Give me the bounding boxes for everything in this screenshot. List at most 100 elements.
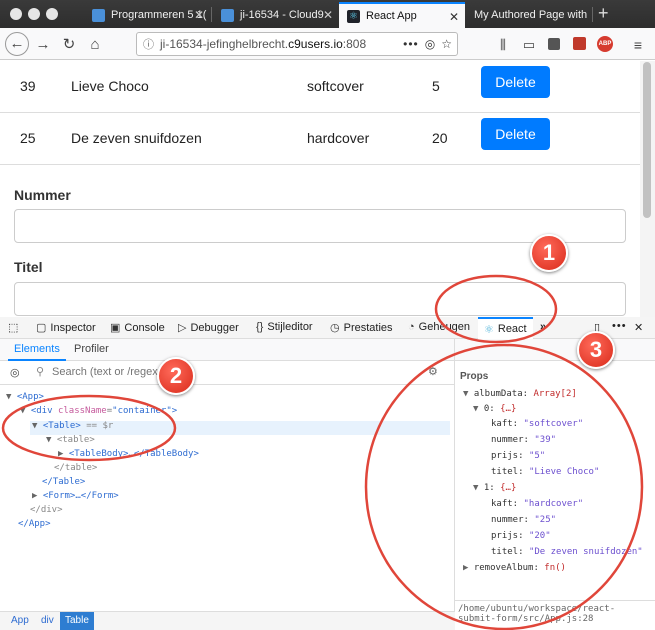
titel-label: Titel bbox=[14, 259, 43, 275]
tab-inspector[interactable]: ▢ Inspector bbox=[36, 321, 96, 335]
annotation-marker-1: 1 bbox=[530, 234, 568, 272]
tree-search-row: ◎ ⚲ ⚙ bbox=[0, 361, 455, 385]
tab-geheugen[interactable]: ◔ Geheugen bbox=[408, 321, 470, 333]
react-favicon-icon: ⚛ bbox=[347, 9, 360, 23]
reload-button[interactable]: ↻ bbox=[58, 34, 80, 56]
browser-tab-programmeren[interactable]: Programmeren 5 1( ✕ bbox=[84, 2, 210, 28]
window-minimize-button[interactable] bbox=[28, 8, 40, 20]
home-button[interactable]: ⌂ bbox=[84, 34, 106, 56]
tree-node-html-table[interactable]: ▼ <table> bbox=[46, 435, 95, 445]
subtab-profiler[interactable]: Profiler bbox=[70, 339, 113, 361]
tab-stijleditor[interactable]: {} Stijleditor bbox=[256, 321, 313, 333]
prop-item-1[interactable]: ▼ 1: {…} bbox=[473, 483, 516, 493]
extension-icon[interactable] bbox=[573, 37, 586, 50]
browser-tab-react-app[interactable]: ⚛ React App ✕ bbox=[339, 2, 465, 28]
target-icon[interactable]: ◎ bbox=[10, 366, 20, 379]
page-scrollbar-thumb[interactable] bbox=[643, 62, 651, 218]
console-icon: ▣ bbox=[110, 322, 121, 334]
tree-node-app-close: </App> bbox=[18, 519, 51, 529]
browser-tab-authored-page[interactable]: My Authored Page with bbox=[466, 2, 592, 28]
cell-prijs: 5 bbox=[432, 78, 440, 94]
tab-prestaties[interactable]: ◷ Prestaties bbox=[330, 321, 393, 335]
url-suffix: :808 bbox=[342, 37, 367, 51]
annotation-marker-3: 3 bbox=[577, 331, 615, 369]
prop-removealbum[interactable]: ▶ removeAlbum: fn() bbox=[463, 563, 566, 573]
prop-titel: titel: "Lieve Choco" bbox=[491, 467, 600, 477]
prop-item-0[interactable]: ▼ 0: {…} bbox=[473, 404, 516, 414]
page-actions-icon[interactable]: ••• bbox=[403, 37, 419, 51]
window-zoom-button[interactable] bbox=[46, 8, 58, 20]
delete-button[interactable]: Delete bbox=[481, 66, 550, 98]
tab-react[interactable]: ⚛ React bbox=[478, 317, 533, 339]
new-tab-button[interactable]: + bbox=[598, 3, 609, 24]
subtab-elements[interactable]: Elements bbox=[8, 339, 66, 361]
menu-icon[interactable]: ≡ bbox=[627, 34, 649, 56]
cell-kaft: hardcover bbox=[307, 130, 370, 146]
react-subtabs: Elements Profiler bbox=[0, 339, 455, 361]
close-tab-icon[interactable]: ✕ bbox=[449, 10, 459, 24]
component-tree: ▼ <App> ▼ <div className="container"> ▼ … bbox=[0, 388, 455, 613]
settings-gear-icon[interactable]: ⚙ bbox=[428, 365, 438, 378]
tree-node-app[interactable]: ▼ <App> bbox=[6, 392, 44, 402]
back-button[interactable]: ← bbox=[5, 32, 29, 56]
tree-search-input[interactable] bbox=[52, 364, 252, 380]
breadcrumb-div[interactable]: div bbox=[36, 612, 59, 630]
cloud9-favicon-icon bbox=[221, 8, 234, 22]
table-row: 25 De zeven snuifdozen hardcover 20 Dele… bbox=[0, 113, 640, 165]
prop-kaft: kaft: "softcover" bbox=[491, 419, 584, 429]
pick-element-icon[interactable]: ⬚ bbox=[8, 321, 18, 334]
close-tab-icon[interactable]: ✕ bbox=[323, 8, 333, 22]
tree-node-div[interactable]: ▼ <div className="container"> bbox=[20, 406, 177, 416]
devtools-toolbar: ⬚ ▢ Inspector ▣ Console ▷ Debugger {} Stijle… bbox=[0, 317, 655, 339]
source-file-path[interactable]: /home/ubuntu/workspace/react-submit-form… bbox=[458, 604, 653, 624]
url-bar[interactable]: ⓘ ji-16534-jefinghelbrecht. c9users.io:80… bbox=[136, 32, 458, 56]
props-toolbar bbox=[455, 339, 655, 361]
props-heading: Props bbox=[460, 371, 489, 382]
bookmark-star-icon[interactable]: ☆ bbox=[441, 37, 452, 51]
forward-button[interactable]: → bbox=[32, 34, 54, 56]
tree-node-div-close: </div> bbox=[30, 505, 63, 515]
cell-nummer: 25 bbox=[20, 130, 36, 146]
prop-albumdata[interactable]: ▼ albumData: Array[2] bbox=[463, 389, 577, 399]
delete-button[interactable]: Delete bbox=[481, 118, 550, 150]
navigation-toolbar: ← → ↻ ⌂ ⓘ ji-16534-jefinghelbrecht. c9use… bbox=[0, 28, 655, 60]
info-icon[interactable]: ⓘ bbox=[143, 36, 154, 52]
prop-prijs: prijs: "20" bbox=[491, 531, 551, 541]
prop-titel: titel: "De zeven snuifdozen" bbox=[491, 547, 643, 557]
nummer-label: Nummer bbox=[14, 187, 71, 203]
react-icon: ⚛ bbox=[484, 323, 494, 336]
browser-tab-cloud9[interactable]: ji-16534 - Cloud9 ✕ bbox=[213, 2, 339, 28]
pocket-icon[interactable]: ◎ bbox=[425, 37, 435, 51]
close-tab-icon[interactable]: ✕ bbox=[194, 8, 204, 22]
style-editor-icon: {} bbox=[256, 321, 264, 333]
search-icon: ⚲ bbox=[36, 366, 45, 378]
close-devtools-icon[interactable]: ✕ bbox=[634, 321, 643, 334]
titel-input[interactable] bbox=[14, 282, 626, 316]
library-icon[interactable]: ⫼ bbox=[492, 34, 514, 56]
annotation-marker-2: 2 bbox=[157, 357, 195, 395]
devtools-menu-icon[interactable]: ••• bbox=[612, 320, 627, 332]
table-row: 39 Lieve Choco softcover 5 Delete bbox=[0, 61, 640, 113]
debugger-icon: ▷ bbox=[178, 322, 187, 334]
tab-console[interactable]: ▣ Console bbox=[110, 321, 165, 335]
nummer-input[interactable] bbox=[14, 209, 626, 243]
tree-node-tablebody[interactable]: ▶ <TableBody>…</TableBody> bbox=[58, 449, 199, 459]
extension-icon[interactable] bbox=[548, 38, 560, 50]
performance-icon: ◷ bbox=[330, 322, 340, 334]
sidebar-icon[interactable]: ▭ bbox=[518, 34, 540, 56]
adblock-icon[interactable]: ABP bbox=[597, 36, 613, 52]
breadcrumb-app[interactable]: App bbox=[6, 612, 34, 630]
tree-node-form[interactable]: ▶ <Form>…</Form> bbox=[32, 491, 119, 501]
divider bbox=[455, 600, 655, 601]
breadcrumb-table[interactable]: Table bbox=[60, 612, 94, 630]
window-close-button[interactable] bbox=[10, 8, 22, 20]
tree-node-table[interactable]: ▼ <Table> == $r bbox=[32, 421, 113, 431]
prop-kaft: kaft: "hardcover" bbox=[491, 499, 584, 509]
more-tabs-icon[interactable]: » bbox=[540, 321, 546, 333]
tree-node-table-close: </Table> bbox=[42, 477, 86, 487]
prop-nummer: nummer: "25" bbox=[491, 515, 557, 525]
tree-node-html-table-close: </table> bbox=[54, 463, 98, 473]
breadcrumb: App div Table bbox=[0, 611, 455, 630]
prop-prijs: prijs: "5" bbox=[491, 451, 546, 461]
tab-debugger[interactable]: ▷ Debugger bbox=[178, 321, 239, 335]
